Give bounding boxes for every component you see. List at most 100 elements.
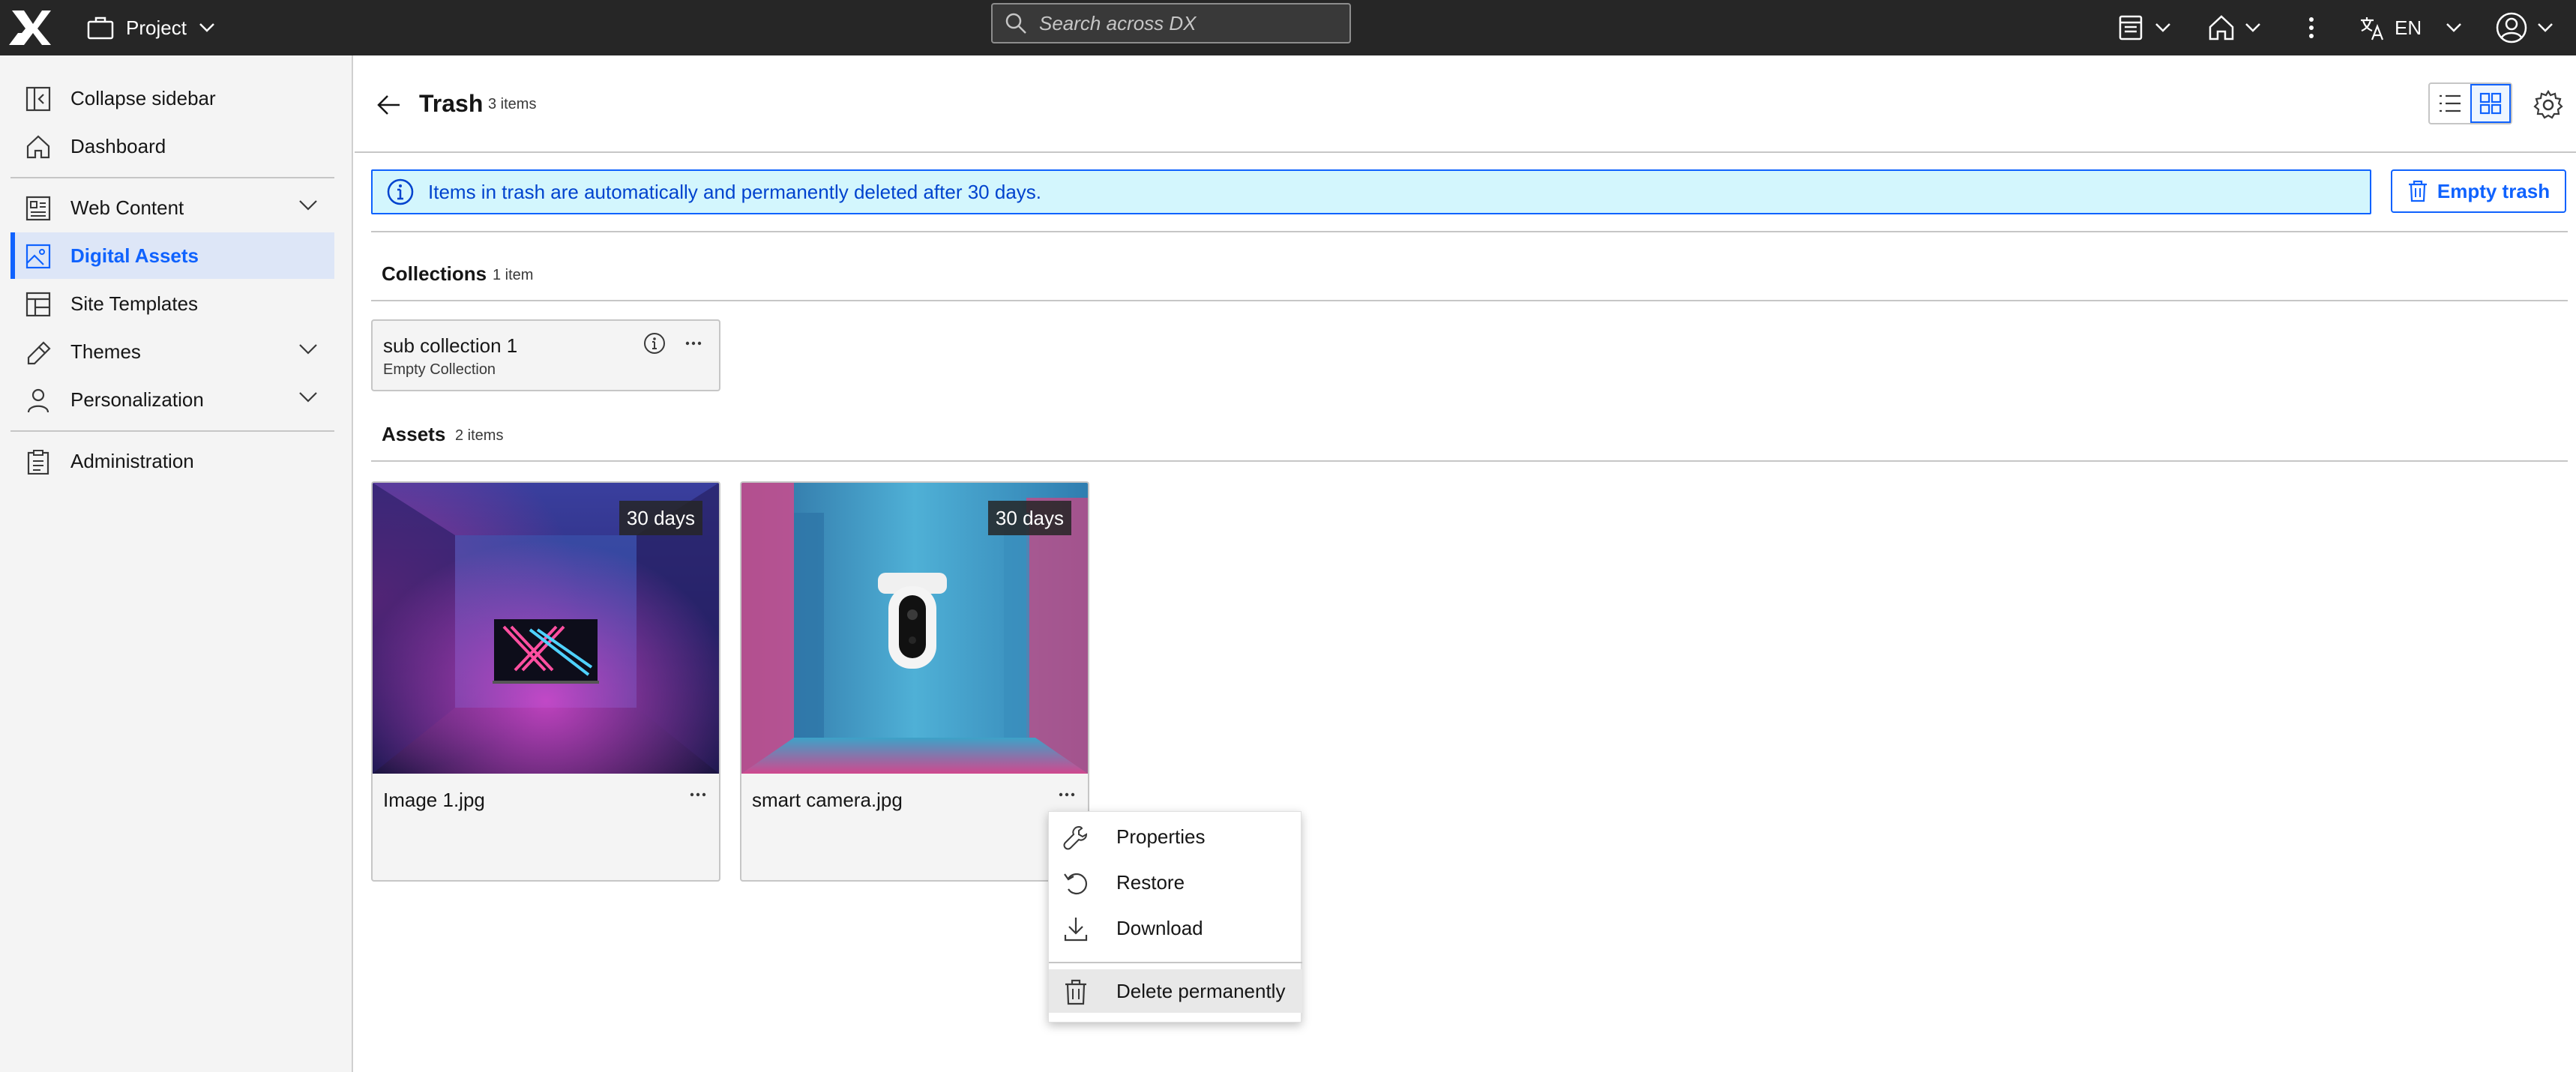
sidebar-item-themes[interactable]: Themes bbox=[10, 328, 334, 375]
chevron-down-icon bbox=[298, 391, 318, 403]
menu-item-delete-permanently[interactable]: Delete permanently bbox=[1049, 969, 1302, 1013]
chevron-down-icon bbox=[2537, 22, 2554, 33]
clipboard-icon bbox=[25, 449, 51, 475]
paint-brush-icon bbox=[25, 340, 51, 365]
restore-icon bbox=[1062, 870, 1089, 897]
assets-title: Assets bbox=[382, 423, 446, 445]
chevron-down-icon bbox=[2446, 22, 2462, 33]
sidebar-divider bbox=[10, 430, 334, 432]
gear-icon bbox=[2532, 88, 2565, 121]
wrench-icon bbox=[1062, 824, 1089, 851]
user-menu[interactable] bbox=[2495, 6, 2554, 49]
asset-card[interactable]: 30 days smart camera.jpg bbox=[740, 481, 1089, 882]
sidebar-item-site-templates[interactable]: Site Templates bbox=[10, 280, 334, 327]
project-label: Project bbox=[126, 16, 187, 39]
more-options-icon[interactable] bbox=[681, 331, 705, 355]
chevron-down-icon bbox=[2155, 22, 2171, 33]
chevron-down-icon bbox=[298, 343, 318, 355]
sidebar-item-label: Digital Assets bbox=[70, 244, 199, 267]
search-input[interactable] bbox=[1039, 11, 1339, 35]
pages-icon bbox=[2117, 13, 2146, 42]
global-search[interactable] bbox=[991, 3, 1351, 43]
language-label: EN bbox=[2395, 16, 2422, 39]
info-icon[interactable] bbox=[643, 331, 666, 355]
sidebar-item-label: Administration bbox=[70, 449, 194, 472]
main-content: Trash 3 items Items in trash are automat… bbox=[355, 55, 2576, 1072]
chevron-down-icon bbox=[298, 199, 318, 211]
home-icon bbox=[25, 134, 51, 160]
collapse-sidebar-icon bbox=[25, 86, 51, 112]
sidebar-item-label: Web Content bbox=[70, 196, 184, 219]
home-menu[interactable] bbox=[2207, 6, 2261, 49]
assets-divider bbox=[371, 460, 2568, 462]
menu-divider bbox=[1049, 962, 1302, 963]
sidebar-item-web-content[interactable]: Web Content bbox=[10, 184, 334, 231]
sidebar-item-label: Site Templates bbox=[70, 292, 199, 315]
menu-item-download[interactable]: Download bbox=[1049, 906, 1302, 950]
trash-icon bbox=[1062, 978, 1089, 1005]
more-options-icon[interactable] bbox=[1055, 783, 1079, 807]
empty-trash-label: Empty trash bbox=[2437, 179, 2551, 202]
assets-count: 2 items bbox=[455, 427, 504, 444]
banner-message: Items in trash are automatically and per… bbox=[428, 180, 1041, 203]
site-switcher[interactable] bbox=[2117, 6, 2171, 49]
chevron-down-icon bbox=[199, 22, 215, 33]
project-selector[interactable]: Project bbox=[87, 7, 215, 48]
web-content-icon bbox=[25, 196, 51, 221]
sidebar-item-digital-assets[interactable]: Digital Assets bbox=[10, 232, 334, 279]
chevron-down-icon bbox=[2245, 22, 2261, 33]
collections-divider bbox=[371, 300, 2568, 301]
user-avatar-icon bbox=[2495, 11, 2528, 44]
menu-item-properties[interactable]: Properties bbox=[1049, 815, 1302, 858]
asset-context-menu: Properties Restore Download Delete perma… bbox=[1048, 811, 1302, 1023]
page-title: Trash bbox=[419, 90, 484, 117]
settings-button[interactable] bbox=[2532, 88, 2565, 121]
sidebar-item-collapse[interactable]: Collapse sidebar bbox=[10, 75, 334, 121]
sidebar-item-label: Dashboard bbox=[70, 134, 166, 157]
menu-item-label: Delete permanently bbox=[1116, 979, 1286, 1002]
list-icon bbox=[2438, 93, 2462, 114]
menu-item-label: Properties bbox=[1116, 825, 1206, 848]
banner-divider bbox=[371, 231, 2568, 232]
info-icon bbox=[386, 178, 415, 206]
translate-icon bbox=[2359, 14, 2386, 41]
sidebar: Collapse sidebar Dashboard Web Content D… bbox=[0, 55, 353, 1072]
home-icon bbox=[2207, 13, 2236, 42]
back-button[interactable] bbox=[373, 88, 406, 121]
page-item-count: 3 items bbox=[488, 96, 537, 112]
dx-logo[interactable] bbox=[7, 7, 52, 48]
sidebar-item-dashboard[interactable]: Dashboard bbox=[10, 123, 334, 169]
sidebar-item-personalization[interactable]: Personalization bbox=[10, 376, 334, 423]
empty-trash-button[interactable]: Empty trash bbox=[2391, 169, 2566, 213]
user-icon bbox=[25, 388, 51, 413]
more-options-icon[interactable] bbox=[686, 783, 710, 807]
sidebar-item-label: Personalization bbox=[70, 388, 204, 411]
list-view-button[interactable] bbox=[2430, 84, 2470, 123]
collection-name: sub collection 1 bbox=[383, 334, 518, 357]
trash-icon bbox=[2407, 180, 2428, 202]
collection-card[interactable]: sub collection 1 Empty Collection bbox=[371, 319, 720, 391]
view-toggle bbox=[2428, 82, 2512, 124]
search-icon bbox=[1005, 12, 1027, 34]
collection-subtitle: Empty Collection bbox=[383, 361, 496, 378]
asset-name: Image 1.jpg bbox=[383, 789, 485, 811]
template-icon bbox=[25, 292, 51, 317]
collections-title: Collections bbox=[382, 262, 487, 285]
collections-count: 1 item bbox=[493, 267, 534, 283]
sidebar-item-label: Collapse sidebar bbox=[70, 86, 216, 109]
sidebar-item-label: Themes bbox=[70, 340, 141, 363]
menu-item-label: Download bbox=[1116, 916, 1203, 939]
sidebar-item-administration[interactable]: Administration bbox=[10, 438, 334, 484]
sidebar-divider bbox=[10, 177, 334, 178]
language-selector[interactable]: EN bbox=[2359, 6, 2462, 49]
asset-card[interactable]: 30 days Image 1.jpg bbox=[371, 481, 720, 882]
download-icon bbox=[1062, 915, 1089, 942]
retention-badge: 30 days bbox=[619, 501, 702, 535]
overflow-menu[interactable] bbox=[2302, 6, 2321, 49]
briefcase-icon bbox=[87, 16, 114, 40]
top-bar: Project EN bbox=[0, 0, 2576, 55]
menu-item-restore[interactable]: Restore bbox=[1049, 861, 1302, 904]
grid-view-button[interactable] bbox=[2470, 84, 2511, 123]
asset-name: smart camera.jpg bbox=[752, 789, 903, 811]
retention-badge: 30 days bbox=[987, 501, 1071, 535]
